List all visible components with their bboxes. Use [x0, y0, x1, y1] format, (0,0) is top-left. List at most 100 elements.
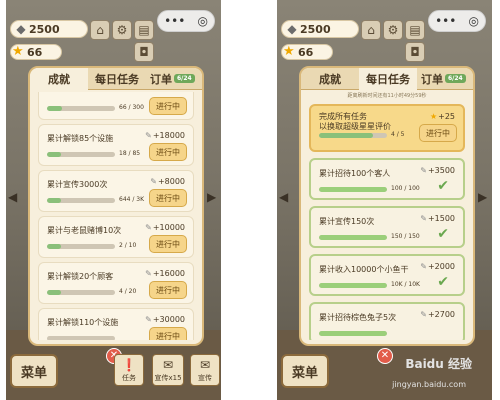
achievement-card: 累计解锁20个顾客 ✎+16000 4 / 20 进行中	[38, 262, 194, 304]
progress-fill	[319, 133, 374, 138]
more-icon[interactable]: •••	[164, 14, 185, 28]
progress-fill	[319, 331, 387, 336]
progress-bar	[319, 283, 387, 288]
tasks-panel: 成就 每日任务 订单 6/24 66 / 300 进行中 累计解锁85个设施 ✎+18…	[28, 66, 204, 346]
task-reward: ✎+30000	[145, 315, 185, 324]
left-phone-screen: ◆ 2500 ★ 66 ⌂ ⚙ ▤ ••• ◎ ◘ 成就 每日任务 订单 6/2…	[6, 0, 221, 400]
progress-text: 4 / 5	[391, 131, 405, 138]
achievement-card: 累计解锁85个设施 ✎+18000 18 / 85 进行中	[38, 124, 194, 166]
promo-x15-button[interactable]: ✉ 宣传x15	[152, 354, 184, 386]
task-icon: ❗	[121, 358, 137, 372]
progress-bar	[319, 235, 387, 240]
achievement-card: 累计宣传3000次 ✎+8000 644 / 3K 进行中	[38, 170, 194, 212]
tab-orders[interactable]: 订单 6/24	[417, 68, 473, 90]
task-reward: ✎+3500	[420, 166, 455, 175]
tab-orders[interactable]: 订单 6/24	[146, 68, 202, 90]
tab-daily-tasks[interactable]: 每日任务	[88, 68, 146, 90]
shop-icon[interactable]: ⌂	[361, 20, 381, 40]
right-arrow-icon[interactable]: ▶	[207, 190, 219, 208]
baidu-watermark-url: jingyan.baidu.com	[392, 380, 466, 389]
tab-achievements[interactable]: 成就	[301, 68, 359, 90]
achievement-card: 累计与老鼠赌博10次 ✎+10000 2 / 10 进行中	[38, 216, 194, 258]
tab-daily-tasks[interactable]: 每日任务	[359, 68, 417, 90]
fish-icon: ✎	[150, 177, 157, 186]
daily-task-list: 距离刷新时间还有11小时49分59秒 完成所有任务 以换取超级星星评价 ★+25 4 …	[309, 92, 465, 340]
progress-fill	[47, 244, 61, 249]
target-icon[interactable]: ◎	[468, 14, 478, 28]
progress-bar	[319, 187, 387, 192]
promo-button[interactable]: ✉ 宣传	[190, 354, 220, 386]
in-progress-button[interactable]: 进行中	[149, 143, 187, 161]
progress-bar	[47, 198, 115, 203]
task-reward: ✎+8000	[150, 177, 185, 186]
scroll-icon: ✉	[162, 358, 174, 372]
in-progress-button[interactable]: 进行中	[149, 327, 187, 340]
task-title: 累计解锁20个顾客	[47, 272, 114, 281]
right-arrow-icon[interactable]: ▶	[478, 190, 490, 208]
daily-task-card: 累计宣传150次 ✎+1500 150 / 150 ✔	[309, 206, 465, 248]
task-button-label: 任务	[122, 374, 136, 382]
refresh-countdown: 距离刷新时间还有11小时49分59秒	[347, 93, 427, 99]
task-title: 累计招待棕色兔子5次	[319, 313, 397, 322]
progress-fill	[47, 106, 62, 111]
close-icon[interactable]: ✕	[377, 348, 393, 364]
task-reward: ✎+2700	[420, 310, 455, 319]
in-progress-button[interactable]: 进行中	[419, 124, 457, 142]
task-title: 累计宣传3000次	[47, 180, 108, 189]
fish-icon: ✎	[420, 214, 427, 223]
daily-task-card: 累计收入10000个小鱼干 ✎+2000 10K / 10K ✔	[309, 254, 465, 296]
task-button[interactable]: ❗ 任务	[114, 354, 144, 386]
task-reward: ✎+10000	[145, 223, 185, 232]
star-counter: ★ 66	[10, 44, 62, 60]
progress-text: 18 / 85	[119, 150, 141, 157]
gear-icon[interactable]: ⚙	[383, 20, 403, 40]
coin-counter: ◆ 2500	[281, 20, 359, 38]
shop-icon[interactable]: ⌂	[90, 20, 110, 40]
coin-icon: ◆	[287, 22, 297, 36]
star-value: 66	[27, 45, 43, 59]
mini-program-capsule[interactable]: ••• ◎	[428, 10, 486, 32]
mini-program-capsule[interactable]: ••• ◎	[157, 10, 215, 32]
book-icon[interactable]: ▤	[134, 20, 154, 40]
camera-icon[interactable]: ◘	[405, 42, 425, 62]
progress-fill	[319, 283, 387, 288]
left-arrow-icon[interactable]: ◀	[8, 190, 20, 208]
coin-value: 2500	[29, 22, 60, 36]
in-progress-button[interactable]: 进行中	[149, 235, 187, 253]
progress-fill	[47, 290, 61, 295]
star-icon: ★	[12, 44, 24, 59]
menu-button[interactable]: 菜单	[281, 354, 329, 388]
orders-count-badge: 6/24	[174, 74, 195, 83]
progress-bar	[319, 331, 387, 336]
coin-counter: ◆ 2500	[10, 20, 88, 38]
baidu-watermark: Baidu 经验	[405, 357, 472, 371]
progress-text: 150 / 150	[391, 233, 420, 240]
menu-button[interactable]: 菜单	[10, 354, 58, 388]
camera-icon[interactable]: ◘	[134, 42, 154, 62]
flyer-icon: ✉	[199, 358, 211, 372]
fish-icon: ✎	[420, 166, 427, 175]
task-title: 完成所有任务 以换取超级星星评价	[319, 112, 391, 131]
achievement-card: 累计解锁110个设施 ✎+30000 进行中	[38, 308, 194, 340]
coin-icon: ◆	[16, 22, 26, 36]
in-progress-button[interactable]: 进行中	[149, 281, 187, 299]
checkmark-icon: ✔	[437, 274, 449, 290]
progress-fill	[319, 235, 387, 240]
task-reward: ★+25	[429, 112, 455, 121]
progress-text: 644 / 3K	[119, 196, 145, 203]
fish-icon: ✎	[145, 223, 152, 232]
left-arrow-icon[interactable]: ◀	[279, 190, 291, 208]
daily-task-card: 累计招待棕色兔子5次 ✎+2700	[309, 302, 465, 340]
gear-icon[interactable]: ⚙	[112, 20, 132, 40]
achievement-card: 66 / 300 进行中	[38, 92, 194, 120]
orders-count-badge: 6/24	[445, 74, 466, 83]
task-title: 累计解锁85个设施	[47, 134, 114, 143]
star-counter: ★ 66	[281, 44, 333, 60]
more-icon[interactable]: •••	[435, 14, 456, 28]
fish-icon: ✎	[420, 262, 427, 271]
target-icon[interactable]: ◎	[197, 14, 207, 28]
in-progress-button[interactable]: 进行中	[149, 97, 187, 115]
tab-achievements[interactable]: 成就	[30, 68, 88, 90]
in-progress-button[interactable]: 进行中	[149, 189, 187, 207]
book-icon[interactable]: ▤	[405, 20, 425, 40]
